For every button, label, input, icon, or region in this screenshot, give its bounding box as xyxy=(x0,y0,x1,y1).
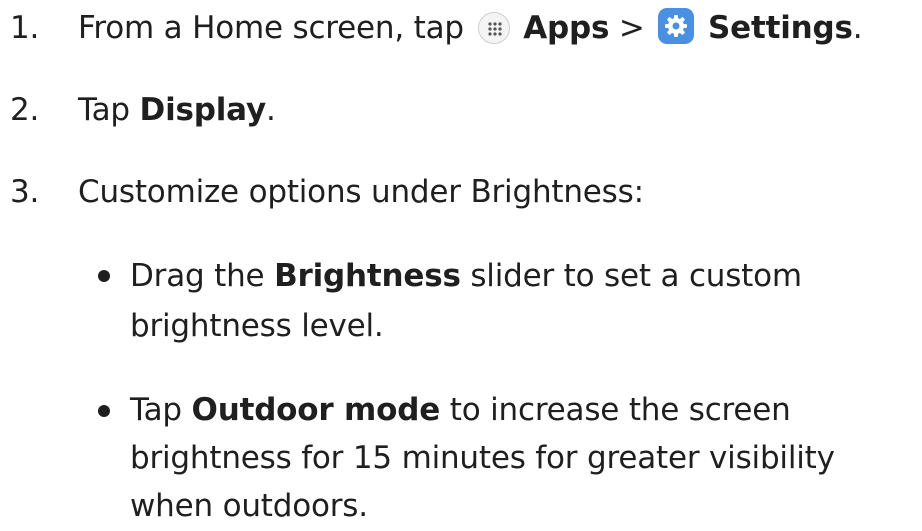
instruction-document: 1. From a Home screen, tap Apps > Settin… xyxy=(0,0,922,531)
step-number: 2. xyxy=(10,92,40,128)
bullet-line: Drag the Brightness slider to set a cust… xyxy=(130,256,802,296)
display-label: Display xyxy=(139,92,267,128)
bullet-line: when outdoors. xyxy=(130,488,368,524)
outdoor-mode-label: Outdoor mode xyxy=(191,392,441,428)
step-text: From a Home screen, tap Apps > Settings. xyxy=(78,8,863,48)
bullet-suffix: slider to set a custom xyxy=(470,258,802,294)
bullet-suffix: to increase the screen xyxy=(449,392,791,428)
step-prefix: From a Home screen, tap xyxy=(78,10,464,46)
settings-label: Settings xyxy=(708,10,853,46)
bullet-line: brightness level. xyxy=(130,308,384,344)
step-suffix: . xyxy=(265,92,276,128)
step-prefix: Tap xyxy=(78,92,130,128)
apps-grid-icon xyxy=(477,12,510,44)
apps-label: Apps xyxy=(523,10,610,46)
brightness-label: Brightness xyxy=(274,258,461,294)
chevron-separator: > xyxy=(618,10,645,46)
step-text: Customize options under Brightness: xyxy=(78,174,644,210)
bullet-dot xyxy=(98,405,110,417)
bullet-dot xyxy=(98,270,110,282)
bullet-line: brightness for 15 minutes for greater vi… xyxy=(130,440,835,476)
bullet-prefix: Drag the xyxy=(130,258,265,294)
step-number: 3. xyxy=(10,174,40,210)
bullet-line: Tap Outdoor mode to increase the screen xyxy=(130,390,791,430)
step-text: Tap Display. xyxy=(78,90,276,130)
step-number: 1. xyxy=(10,10,40,46)
step-suffix: . xyxy=(852,10,863,46)
bullet-prefix: Tap xyxy=(130,392,182,428)
settings-gear-icon xyxy=(658,8,695,44)
